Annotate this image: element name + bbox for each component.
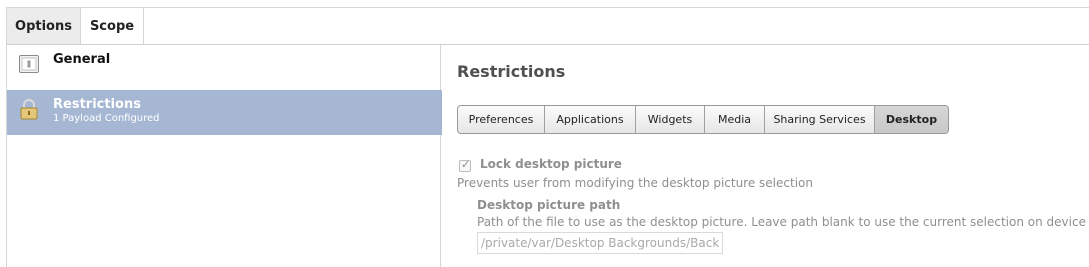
lock-desktop-checkbox[interactable]: ✓ xyxy=(459,158,471,172)
payload-sidebar: General Restrictions 1 Payload Configure… xyxy=(6,45,442,267)
top-tab-bar: Options Scope xyxy=(0,0,1089,45)
profile-editor: Options Scope General Restrictions 1 Pay… xyxy=(0,0,1089,267)
top-tabs: Options Scope xyxy=(6,7,144,45)
desktop-path-description: Path of the file to use as the desktop p… xyxy=(477,215,1086,229)
desktop-path-label: Desktop picture path xyxy=(477,198,621,212)
sidebar-item-subtitle: 1 Payload Configured xyxy=(53,113,160,124)
segment-desktop[interactable]: Desktop xyxy=(875,106,948,133)
checkmark-icon: ✓ xyxy=(461,158,471,171)
sidebar-item-label: Restrictions xyxy=(53,97,141,112)
segmented-control: Preferences Applications Widgets Media S… xyxy=(457,105,949,134)
sidebar-item-label: General xyxy=(53,52,111,67)
padlock-icon xyxy=(20,98,38,120)
segment-preferences[interactable]: Preferences xyxy=(458,106,545,133)
segment-media[interactable]: Media xyxy=(705,106,765,133)
desktop-path-input[interactable] xyxy=(477,232,723,254)
divider xyxy=(143,7,1089,8)
device-icon xyxy=(19,55,39,73)
lock-desktop-label: Lock desktop picture xyxy=(480,157,622,171)
sidebar-item-general[interactable]: General xyxy=(7,45,442,90)
sidebar-item-restrictions[interactable]: Restrictions 1 Payload Configured xyxy=(7,90,442,135)
payload-content: Restrictions Preferences Applications Wi… xyxy=(441,45,1089,267)
tab-options[interactable]: Options xyxy=(7,8,81,45)
segment-applications[interactable]: Applications xyxy=(545,106,636,133)
lock-desktop-description: Prevents user from modifying the desktop… xyxy=(457,176,813,190)
tab-scope[interactable]: Scope xyxy=(81,8,144,45)
page-title: Restrictions xyxy=(457,62,566,81)
segment-sharing-services[interactable]: Sharing Services xyxy=(765,106,875,133)
segment-widgets[interactable]: Widgets xyxy=(636,106,705,133)
